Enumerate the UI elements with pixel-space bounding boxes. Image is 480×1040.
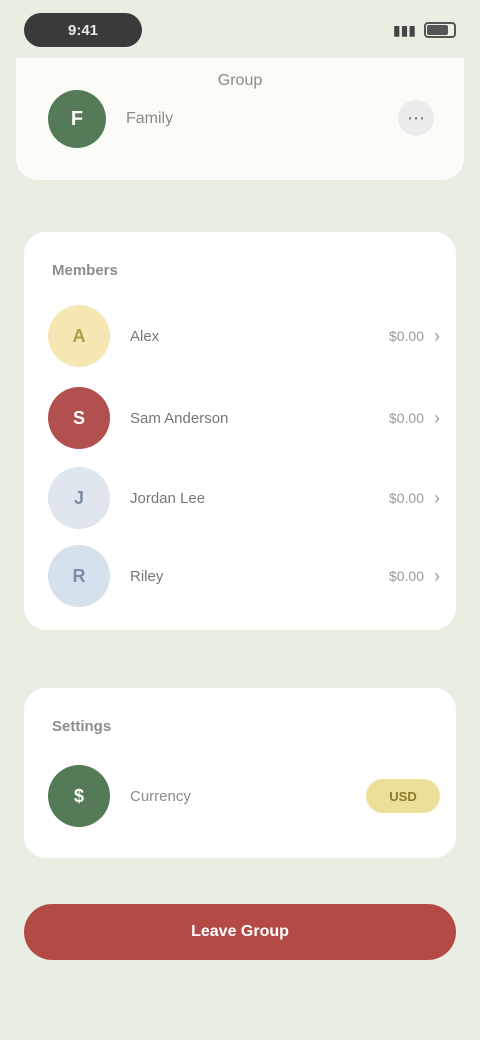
member-row[interactable]: J Jordan Lee $0.00 › xyxy=(48,466,440,530)
group-avatar[interactable]: F xyxy=(48,90,106,148)
member-balance: $0.00 xyxy=(388,568,424,584)
chevron-right-icon: › xyxy=(434,565,440,586)
page-title: Group xyxy=(217,72,263,89)
member-avatar: S xyxy=(48,387,110,449)
group-name: Family xyxy=(126,110,174,127)
member-name: Jordan Lee xyxy=(130,489,206,507)
more-icon: ⋯ xyxy=(407,107,425,128)
chevron-right-icon: › xyxy=(434,407,440,428)
settings-title: Settings xyxy=(52,718,112,735)
member-avatar: A xyxy=(48,305,110,367)
member-name: Alex xyxy=(130,327,160,345)
members-title: Members xyxy=(52,262,118,279)
status-bar: 9:41 ▮▮▮ xyxy=(0,0,480,60)
currency-avatar: $ xyxy=(48,765,110,827)
screen: 9:41 ▮▮▮ Group F Family ⋯ Members A Alex… xyxy=(0,0,480,1040)
currency-row[interactable]: $ Currency USD xyxy=(48,764,440,828)
currency-badge[interactable]: USD xyxy=(366,779,440,813)
member-row[interactable]: A Alex $0.00 › xyxy=(48,304,440,368)
more-button[interactable]: ⋯ xyxy=(398,100,434,136)
members-card: Members A Alex $0.00 › S Sam Anderson $0… xyxy=(24,232,456,630)
member-name: Sam Anderson xyxy=(130,409,229,427)
member-balance: $0.00 xyxy=(388,410,424,426)
member-balance: $0.00 xyxy=(388,328,424,344)
signal-icon: ▮▮▮ xyxy=(392,21,416,38)
settings-card: Settings $ Currency USD xyxy=(24,688,456,858)
status-icons: ▮▮▮ xyxy=(393,22,456,39)
chevron-right-icon: › xyxy=(434,487,440,508)
status-time: 9:41 xyxy=(24,13,142,47)
chevron-right-icon: › xyxy=(434,325,440,346)
member-name: Riley xyxy=(130,567,164,585)
member-row[interactable]: S Sam Anderson $0.00 › xyxy=(48,386,440,450)
member-avatar: J xyxy=(48,467,110,529)
member-balance: $0.00 xyxy=(388,490,424,506)
currency-label: Currency xyxy=(130,787,191,805)
group-header: Group F Family ⋯ xyxy=(16,58,464,180)
member-avatar: R xyxy=(48,545,110,607)
leave-group-button[interactable]: Leave Group xyxy=(24,904,456,960)
member-row[interactable]: R Riley $0.00 › xyxy=(48,544,440,608)
battery-icon xyxy=(424,22,456,38)
battery-fill xyxy=(427,25,448,35)
